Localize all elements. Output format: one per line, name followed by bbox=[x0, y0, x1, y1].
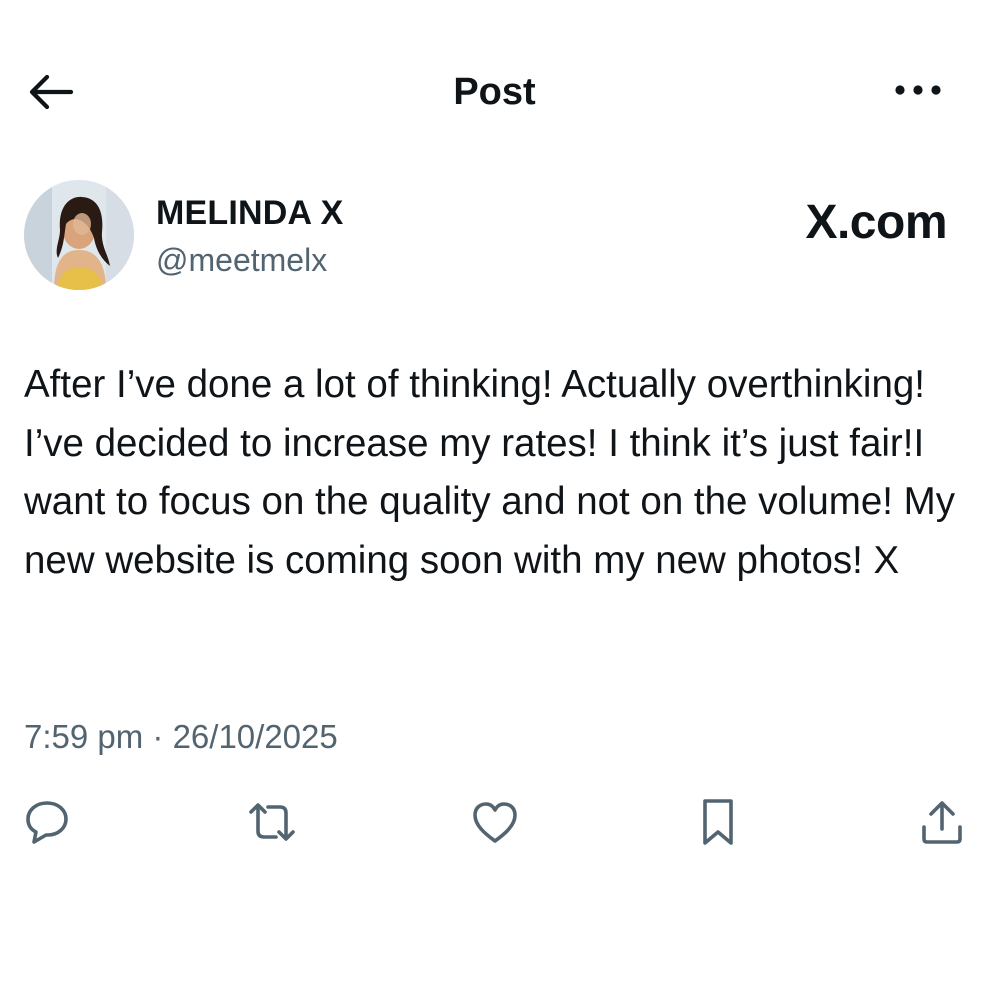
share-button[interactable] bbox=[914, 794, 970, 850]
like-button[interactable] bbox=[467, 794, 523, 850]
heart-icon bbox=[470, 798, 520, 846]
post-text: After I’ve done a lot of thinking! Actua… bbox=[24, 363, 955, 582]
bookmark-icon bbox=[696, 796, 740, 848]
author-handle[interactable]: @meetmelx bbox=[156, 240, 327, 280]
page-title: Post bbox=[453, 71, 536, 113]
reply-bubble-icon bbox=[22, 797, 72, 847]
reply-button[interactable] bbox=[19, 794, 75, 850]
repost-icon bbox=[245, 797, 299, 847]
more-options-button[interactable] bbox=[884, 70, 952, 114]
bookmark-button[interactable] bbox=[690, 794, 746, 850]
brand-watermark: X.com bbox=[805, 196, 947, 249]
repost-button[interactable] bbox=[244, 794, 300, 850]
ellipsis-icon bbox=[893, 83, 943, 102]
avatar[interactable] bbox=[24, 180, 134, 290]
post-detail-screen: Post MELINDA X @meetmelx X.com After I’v… bbox=[0, 0, 989, 1000]
avatar-image bbox=[24, 180, 134, 290]
share-upload-icon bbox=[917, 797, 967, 847]
post-timestamp[interactable]: 7:59 pm · 26/10/2025 bbox=[24, 716, 338, 758]
author-display-name[interactable]: MELINDA X bbox=[156, 192, 344, 234]
